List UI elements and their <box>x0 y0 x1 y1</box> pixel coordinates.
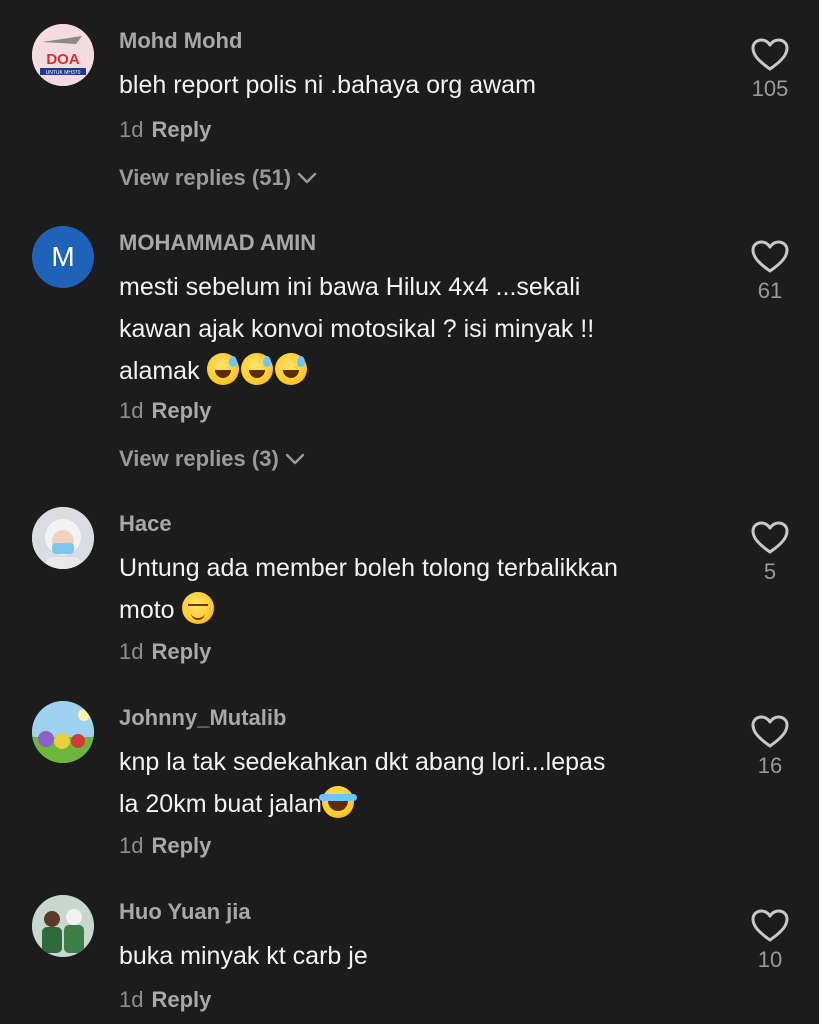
reply-button[interactable]: Reply <box>151 833 211 858</box>
view-replies-button[interactable]: View replies (51) <box>119 165 317 191</box>
sweat-smile-emoji <box>274 353 307 385</box>
comment-text: knp la tak sedekahkan dkt abang lori...l… <box>119 741 719 825</box>
avatar-image <box>32 895 94 957</box>
avatar-image: DOA UNTUK MH370 <box>32 24 94 86</box>
heart-outline-icon <box>751 521 789 554</box>
comment-text-line: alamak <box>119 357 200 385</box>
like-count: 5 <box>763 559 777 584</box>
comment-meta: 1d Reply <box>119 398 211 424</box>
relieved-emoji <box>181 592 214 624</box>
comment-text-line-2: la 20km buat jalan <box>119 783 719 825</box>
avatar[interactable]: M <box>32 226 94 288</box>
sweat-smile-emoji <box>206 353 239 385</box>
svg-text:DOA: DOA <box>46 51 80 68</box>
chevron-down-icon <box>297 172 317 184</box>
like-button[interactable]: 16 <box>747 715 793 779</box>
comment-text: buka minyak kt carb je <box>119 942 368 970</box>
svg-text:UNTUK MH370: UNTUK MH370 <box>46 70 81 76</box>
like-count: 10 <box>757 947 783 972</box>
avatar[interactable] <box>32 895 94 957</box>
like-button[interactable]: 10 <box>747 909 793 973</box>
comment-time: 1d <box>119 398 144 423</box>
heart-outline-icon <box>751 240 789 273</box>
avatar-image <box>32 507 94 569</box>
tears-of-joy-emoji <box>318 786 357 818</box>
comment-text-line: Untung ada member boleh tolong terbalikk… <box>119 554 618 582</box>
comment-time: 1d <box>119 117 144 142</box>
comment-meta: 1d Reply <box>119 639 211 665</box>
heart-outline-icon <box>751 38 789 71</box>
avatar-image <box>32 701 94 763</box>
comment-text-line-3: alamak <box>119 350 719 392</box>
view-replies-label: View replies (51) <box>119 165 292 190</box>
like-button[interactable]: 61 <box>747 240 793 304</box>
username[interactable]: Johnny_Mutalib <box>119 705 286 731</box>
sweat-smile-emoji <box>240 353 273 385</box>
like-count: 105 <box>751 76 789 101</box>
comment-text-line: la 20km buat jalan <box>119 790 322 818</box>
username[interactable]: MOHAMMAD AMIN <box>119 230 316 256</box>
comment-meta: 1d Reply <box>119 117 211 143</box>
reply-button[interactable]: Reply <box>151 639 211 664</box>
comment-meta: 1d Reply <box>119 987 211 1013</box>
comment-text: Untung ada member boleh tolong terbalikk… <box>119 547 719 631</box>
comment-text: bleh report polis ni .bahaya org awam <box>119 71 536 99</box>
reply-button[interactable]: Reply <box>151 987 211 1012</box>
reply-button[interactable]: Reply <box>151 398 211 423</box>
view-replies-button[interactable]: View replies (3) <box>119 446 305 472</box>
like-button[interactable]: 5 <box>747 521 793 585</box>
heart-outline-icon <box>751 715 789 748</box>
comment-time: 1d <box>119 987 144 1012</box>
comment-text-line-2: moto <box>119 589 719 631</box>
comment-text-line: moto <box>119 596 175 624</box>
comment-time: 1d <box>119 639 144 664</box>
comment-meta: 1d Reply <box>119 833 211 859</box>
avatar[interactable] <box>32 701 94 763</box>
username[interactable]: Mohd Mohd <box>119 28 242 54</box>
avatar[interactable]: DOA UNTUK MH370 <box>32 24 94 86</box>
comment-text-line: mesti sebelum ini bawa Hilux 4x4 ...seka… <box>119 273 581 301</box>
avatar-letter: M <box>51 241 75 272</box>
comment-text-line: kawan ajak konvoi motosikal ? isi minyak… <box>119 315 595 343</box>
like-count: 61 <box>757 278 783 303</box>
username[interactable]: Hace <box>119 511 172 537</box>
username[interactable]: Huo Yuan jia <box>119 899 251 925</box>
avatar[interactable] <box>32 507 94 569</box>
like-count: 16 <box>757 753 783 778</box>
view-replies-label: View replies (3) <box>119 446 279 471</box>
like-button[interactable]: 105 <box>747 38 793 102</box>
reply-button[interactable]: Reply <box>151 117 211 142</box>
comment-time: 1d <box>119 833 144 858</box>
chevron-down-icon <box>285 453 304 465</box>
comment-text: mesti sebelum ini bawa Hilux 4x4 ...seka… <box>119 266 719 392</box>
heart-outline-icon <box>751 909 789 942</box>
comment-text-line: knp la tak sedekahkan dkt abang lori...l… <box>119 748 606 776</box>
